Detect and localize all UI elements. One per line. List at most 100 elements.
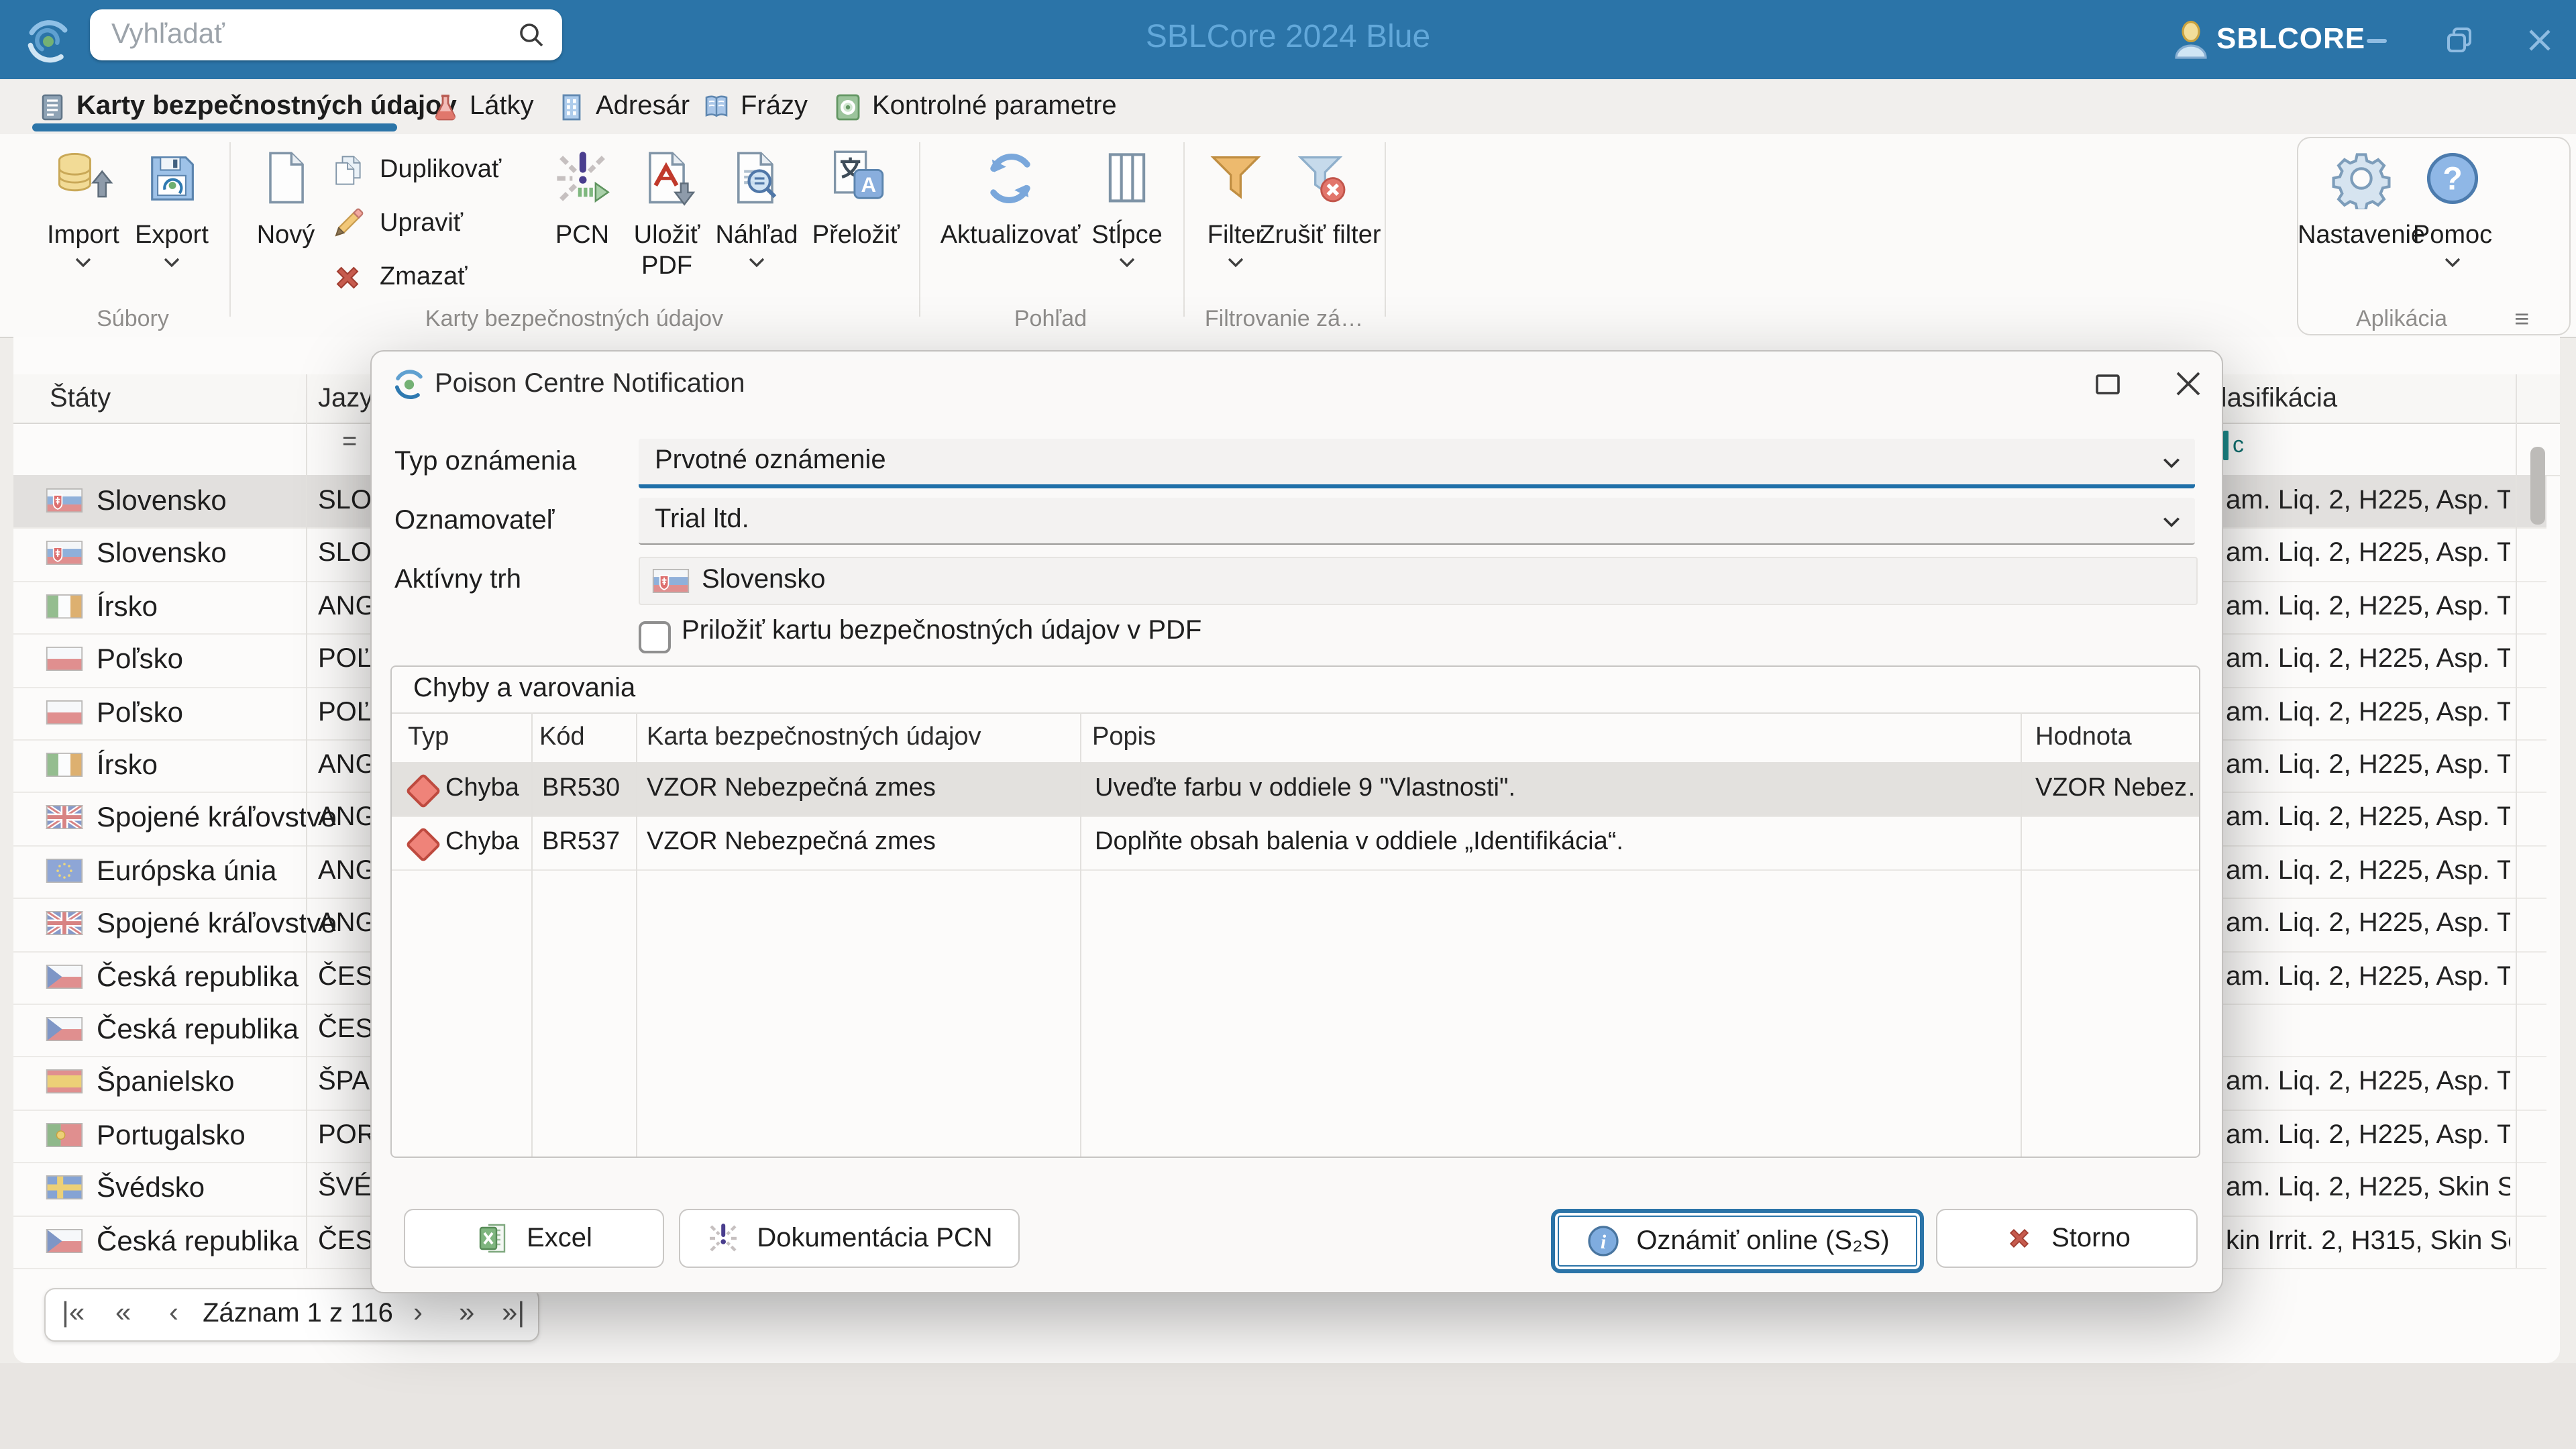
- classification-cell: am. Liq. 2, H225, Asp. To…: [2226, 644, 2510, 674]
- ribbon-group-label: Súbory: [97, 306, 169, 331]
- field-label-typ-oznamenia: Typ oznámenia: [394, 447, 577, 476]
- vertical-scrollbar[interactable]: [2530, 447, 2545, 525]
- refresh-button[interactable]: Aktualizovať: [923, 142, 1097, 251]
- country-cell: Slovensko: [97, 486, 227, 517]
- column-header-klasifikacia[interactable]: Klasifikácia: [2203, 374, 2337, 423]
- flag-icon-sk: [46, 488, 83, 513]
- first-record-button[interactable]: |«: [62, 1289, 85, 1340]
- error-diamond-icon: [405, 773, 441, 809]
- notify-online-button[interactable]: i Oznámiť online (S₂S): [1551, 1209, 1924, 1273]
- country-cell: Švédsko: [97, 1173, 205, 1204]
- country-cell: Česká republika: [97, 1226, 299, 1257]
- checkbox-label: Priložiť kartu bezpečnostných údajov v P…: [682, 616, 1202, 645]
- error-row[interactable]: Chyba BR530 VZOR Nebezpečná zmes Uveďte …: [392, 762, 2199, 817]
- poison-centre-notification-dialog: Poison Centre Notification Typ oznámenia…: [370, 350, 2223, 1293]
- dialog-close-button[interactable]: [2172, 370, 2204, 400]
- dialog-logo-icon: [392, 366, 427, 401]
- flag-icon-sk: [652, 569, 690, 594]
- notifier-dropdown[interactable]: Trial ltd.: [639, 498, 2195, 545]
- export-button[interactable]: Export: [114, 142, 229, 268]
- notification-type-dropdown[interactable]: Prvotné oznámenie: [639, 439, 2195, 488]
- column-divider: [531, 712, 533, 1157]
- excel-button[interactable]: Excel: [404, 1209, 664, 1268]
- edit-button[interactable]: Upraviť: [329, 199, 463, 250]
- flask-icon: [431, 92, 460, 121]
- errors-panel-title: Chyby a varovania: [413, 674, 636, 703]
- prev-page-button[interactable]: «: [115, 1289, 131, 1340]
- column-divider: [2021, 712, 2022, 1157]
- preview-icon: [699, 142, 814, 209]
- dialog-title: Poison Centre Notification: [435, 369, 745, 398]
- delete-button[interactable]: Zmazať: [329, 252, 467, 303]
- cancel-button[interactable]: Storno: [1936, 1209, 2198, 1268]
- next-page-button[interactable]: »: [459, 1289, 474, 1340]
- tab-adresar[interactable]: Adresár: [557, 79, 690, 134]
- preview-button[interactable]: Náhľad: [699, 142, 814, 268]
- duplicate-button[interactable]: Duplikovať: [329, 145, 501, 196]
- delete-x-icon: [329, 259, 366, 297]
- country-cell: Česká republika: [97, 1014, 299, 1045]
- search-box[interactable]: [90, 9, 562, 60]
- window-title: SBLCore 2024 Blue: [1145, 19, 1431, 55]
- pcn-documentation-button[interactable]: Dokumentácia PCN: [679, 1209, 1020, 1268]
- col-hodnota[interactable]: Hodnota: [2035, 712, 2132, 762]
- country-cell: Európska únia: [97, 855, 277, 887]
- classification-cell: am. Liq. 2, H225, Asp. To…: [2226, 1120, 2510, 1150]
- dialog-maximize-button[interactable]: [2092, 370, 2124, 400]
- search-input[interactable]: [90, 19, 517, 51]
- col-typ[interactable]: Typ: [408, 712, 449, 762]
- field-label-aktivny-trh: Aktívny trh: [394, 565, 521, 594]
- classification-cell: am. Liq. 2, H225, Asp. To…: [2226, 1067, 2510, 1097]
- col-karta[interactable]: Karta bezpečnostných údajov: [647, 712, 981, 762]
- columns-button[interactable]: Stĺpce: [1073, 142, 1181, 268]
- restore-button[interactable]: [2443, 24, 2475, 56]
- flag-icon-pl: [46, 647, 83, 672]
- floppy-export-icon: [114, 142, 229, 209]
- svg-text:?: ?: [2443, 161, 2462, 197]
- user-avatar-icon[interactable]: [2174, 20, 2208, 59]
- prev-record-button[interactable]: ‹: [169, 1289, 178, 1340]
- translate-button[interactable]: A Přeložiť: [798, 142, 914, 251]
- col-kod[interactable]: Kód: [539, 712, 585, 762]
- tab-latky[interactable]: Látky: [431, 79, 534, 134]
- tab-label: Frázy: [741, 91, 808, 121]
- chevron-down-icon[interactable]: [2161, 456, 2182, 470]
- help-button[interactable]: ? Pomoc: [2385, 142, 2520, 268]
- flag-icon-pl: [46, 700, 83, 724]
- user-brand-label[interactable]: SBLCORE: [2216, 0, 2365, 79]
- country-cell: Írsko: [97, 750, 158, 781]
- last-record-button[interactable]: »|: [502, 1289, 525, 1340]
- next-record-button[interactable]: ›: [413, 1289, 423, 1340]
- building-icon: [557, 92, 586, 121]
- ribbon-toolbar: Import Export Súbory Nový Duplikovať Upr…: [0, 134, 2576, 338]
- close-button[interactable]: [2524, 24, 2556, 56]
- error-description: Uveďte farbu v oddiele 9 "Vlastnosti".: [1095, 774, 1515, 802]
- classification-cell: am. Liq. 2, H225, Asp. To…: [2226, 486, 2510, 515]
- new-button[interactable]: Nový: [228, 142, 343, 251]
- col-popis[interactable]: Popis: [1092, 712, 1156, 762]
- error-value: VZOR Nebez…: [2035, 774, 2194, 802]
- search-icon[interactable]: [517, 20, 562, 50]
- error-row[interactable]: Chyba BR537 VZOR Nebezpečná zmes Doplňte…: [392, 816, 2199, 871]
- minimize-button[interactable]: [2361, 24, 2394, 56]
- group-options-icon[interactable]: ≡: [2514, 306, 2529, 335]
- classification-cell: am. Liq. 2, H225, Asp. To…: [2226, 908, 2510, 938]
- ribbon-label: Zrušiť filter: [1259, 221, 1381, 250]
- column-header-staty[interactable]: Štáty: [50, 374, 111, 423]
- tab-label: Kontrolné parametre: [872, 91, 1117, 121]
- ribbon-group-label: Karty bezpečnostných údajov: [425, 306, 724, 331]
- country-cell: Spojené kráľovstvo: [97, 908, 337, 940]
- country-cell: Česká republika: [97, 961, 299, 993]
- filter-operator-icon[interactable]: =: [342, 428, 357, 458]
- attach-sds-pdf-checkbox[interactable]: [639, 621, 671, 653]
- classification-cell: am. Liq. 2, H225, Asp. To…: [2226, 855, 2510, 885]
- abc-filter-icon[interactable]: c: [2223, 431, 2244, 460]
- tab-kontrolne-parametre[interactable]: Kontrolné parametre: [833, 79, 1117, 134]
- ribbon-label: Export: [135, 221, 209, 250]
- chevron-down-icon[interactable]: [2161, 515, 2182, 529]
- tab-frazy[interactable]: Frázy: [702, 79, 808, 134]
- classification-cell: kin Irrit. 2, H315, Skin Sen…: [2226, 1226, 2510, 1256]
- errors-table-header: Typ Kód Karta bezpečnostných údajov Popi…: [392, 712, 2199, 763]
- clear-filter-button[interactable]: Zrušiť filter: [1256, 142, 1385, 251]
- active-market-field: Slovensko: [639, 557, 2198, 605]
